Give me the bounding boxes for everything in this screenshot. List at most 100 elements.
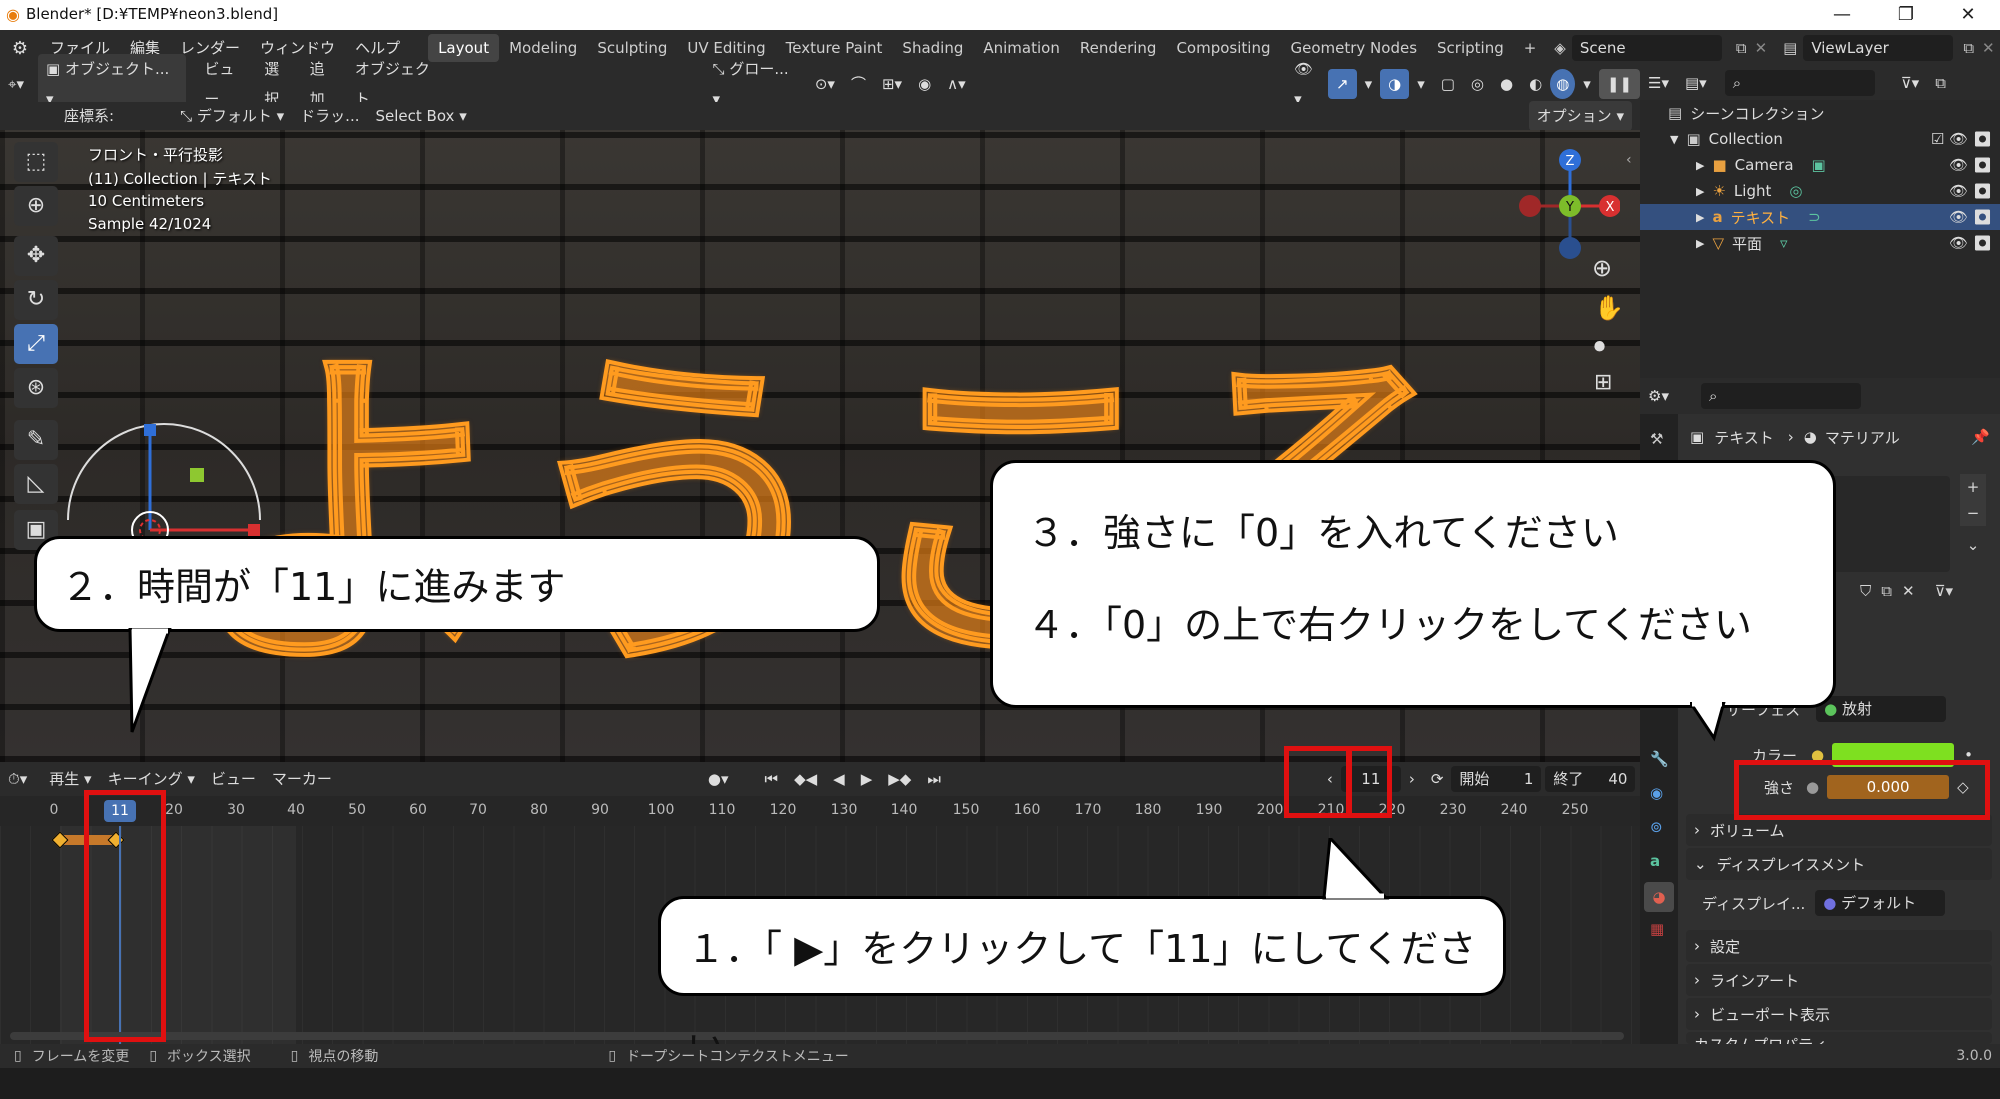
expand-icon[interactable]: ▶ [1696,237,1704,250]
tab-sculpting[interactable]: Sculpting [587,34,677,62]
data-tab-icon[interactable]: a [1650,852,1660,870]
blender-menu-icon[interactable]: ⚙ [0,38,40,59]
node-tree-icon[interactable]: ⊽▾ [1935,582,1954,600]
outliner-editor-icon[interactable]: ☰▾ [1640,68,1677,98]
duplicate-material-icon[interactable]: ⧉ [1881,582,1892,600]
tab-compositing[interactable]: Compositing [1166,34,1280,62]
gizmo-dropdown[interactable]: ▾ [1357,69,1381,99]
coord-selector[interactable]: ⤡ デフォルト ▾ [172,101,292,131]
section-displacement[interactable]: ⌄ ディスプレイスメント [1686,848,1992,880]
jump-start-icon[interactable]: ⏮ [757,764,787,794]
minimize-button[interactable]: — [1812,0,1872,30]
outliner-collection[interactable]: ▼ ▣ Collection ☑ 👁 ⏺ [1640,126,2000,152]
shading-solid-icon[interactable]: ● [1492,69,1521,99]
tab-modeling[interactable]: Modeling [499,34,587,62]
next-frame-icon[interactable]: › [1401,764,1423,794]
copy-scene-icon[interactable]: ⧉ [1736,39,1747,57]
expand-icon[interactable]: ▶ [1696,159,1704,172]
section-viewport-display[interactable]: › ビューポート表示 [1686,998,1992,1030]
timeline-editor-icon[interactable]: ⏱▾ [0,764,35,794]
rotate-tool-icon[interactable]: ↻ [14,280,58,320]
overlay-dropdown[interactable]: ▾ [1409,69,1433,99]
measure-tool-icon[interactable]: ◺ [14,464,58,504]
outliner-search-input[interactable]: ⌕ [1724,70,1875,96]
text-data-icon[interactable]: ⊃ [1808,208,1821,226]
prev-keyframe-icon[interactable]: ◆◀ [786,764,825,794]
zoom-icon[interactable]: ⊕ [1592,254,1612,282]
new-collection-icon[interactable]: ⧉ [1927,68,1954,98]
outliner-item-camera[interactable]: ▶ ■ Camera ▣ 👁 ⏺ [1640,152,2000,178]
pan-hand-icon[interactable]: ✋ [1594,294,1624,322]
surface-shader-field[interactable]: ● 放射 [1816,696,1947,722]
pause-render-icon[interactable]: ❚❚ [1598,69,1640,99]
tab-rendering[interactable]: Rendering [1070,34,1167,62]
visibility-toggle-icon[interactable]: 👁 ⏺ [1949,208,1992,226]
texture-tab-icon[interactable]: ▦ [1650,920,1664,938]
fake-user-icon[interactable]: ⛉ [1860,582,1871,600]
modifier-tab-icon[interactable]: 🔧 [1650,750,1669,768]
tab-animation[interactable]: Animation [973,34,1069,62]
checkbox-icon[interactable]: ☑ 👁 ⏺ [1931,130,1992,148]
section-custom-props[interactable]: カスタムプロパティ [1686,1032,1992,1044]
expand-icon[interactable]: ▶ [1696,211,1704,224]
menu-marker[interactable]: マーカー [264,764,340,794]
properties-editor-icon[interactable]: ⚙▾ [1640,381,1677,411]
section-settings[interactable]: › 設定 [1686,930,1992,962]
cursor-tool-icon[interactable]: ⊕ [14,186,58,226]
snap-target-icon[interactable]: ⊞▾ [874,69,910,99]
gizmo-toggle-icon[interactable]: ↗ [1328,69,1357,99]
outliner-item-text[interactable]: ▶ a テキスト ⊃ 👁 ⏺ [1640,204,2000,230]
sidebar-toggle-icon[interactable]: ‹ [1626,152,1632,168]
record-icon[interactable]: ●▾ [700,764,737,794]
copy-view-layer-icon[interactable]: ⧉ [1963,39,1974,57]
xray-icon[interactable]: ▢ [1433,69,1463,99]
chevron-down-icon[interactable]: ⌄ [1960,532,1986,558]
expand-icon[interactable]: ▶ [1696,185,1704,198]
unlink-material-icon[interactable]: ✕ [1902,582,1915,600]
material-tab-icon[interactable]: ◕ [1644,882,1674,912]
overlay-toggle-icon[interactable]: ◑ [1380,69,1410,99]
tool-tab-icon[interactable]: ⚒ [1650,430,1663,448]
proportional-edit-icon[interactable]: ◉ [910,69,939,99]
camera-data-icon[interactable]: ▣ [1812,156,1826,174]
next-keyframe-icon[interactable]: ▶◆ [880,764,919,794]
remove-scene-icon[interactable]: ✕ [1755,39,1768,57]
snap-icon[interactable]: ⌒ [843,69,874,99]
jump-end-icon[interactable]: ⏭ [919,764,949,794]
shading-dropdown[interactable]: ▾ [1575,69,1599,99]
editor-type-icon[interactable]: ⌖▾ [0,69,32,99]
outliner-item-plane[interactable]: ▶ ▽ 平面 ▿ 👁 ⏺ [1640,230,2000,256]
pin-icon[interactable]: 📌 [1971,428,1990,446]
start-frame-field[interactable]: 開始 1 [1451,766,1542,792]
navigation-gizmo[interactable]: Z X Y [1510,140,1620,270]
expand-icon[interactable]: ▼ [1670,133,1678,146]
display-mode-icon[interactable]: ▤▾ [1677,68,1715,98]
annotate-tool-icon[interactable]: ✎ [14,420,58,460]
maximize-button[interactable]: ❐ [1876,0,1936,30]
section-lineart[interactable]: › ラインアート [1686,964,1992,996]
shading-wireframe-icon[interactable]: ◎ [1463,69,1492,99]
transform-tool-icon[interactable]: ⊛ [14,368,58,408]
drag-selector[interactable]: Select Box ▾ [367,101,474,131]
shading-rendered-icon[interactable]: ◍ [1550,69,1576,99]
preview-range-icon[interactable]: ⟳ [1423,764,1452,794]
options-dropdown[interactable]: オプション ▾ [1528,101,1632,131]
visibility-toggle-icon[interactable]: 👁 ⏺ [1949,182,1992,200]
outliner-item-light[interactable]: ▶ ☀ Light ◎ 👁 ⏺ [1640,178,2000,204]
scale-tool-icon[interactable]: ⤢ [14,324,58,364]
shading-material-icon[interactable]: ◐ [1521,69,1550,99]
add-workspace-button[interactable]: + [1514,34,1547,62]
constraint-tab-icon[interactable]: ⊚ [1650,818,1663,836]
scene-selector[interactable]: Scene [1571,35,1722,61]
properties-search-input[interactable]: ⌕ [1700,383,1861,409]
view-layer-selector[interactable]: ViewLayer [1803,35,1954,61]
move-tool-icon[interactable]: ✥ [14,236,58,276]
grid-view-icon[interactable]: ⊞ [1594,370,1612,395]
visibility-toggle-icon[interactable]: 👁 ⏺ [1949,156,1992,174]
end-frame-field[interactable]: 終了 40 [1545,766,1636,792]
pivot-icon[interactable]: ⊙▾ [807,69,843,99]
camera-view-icon[interactable]: ⏺ [1594,334,1605,359]
visibility-toggle-icon[interactable]: 👁 ⏺ [1949,234,1992,252]
tab-shading[interactable]: Shading [892,34,973,62]
close-button[interactable]: ✕ [1938,0,1998,30]
